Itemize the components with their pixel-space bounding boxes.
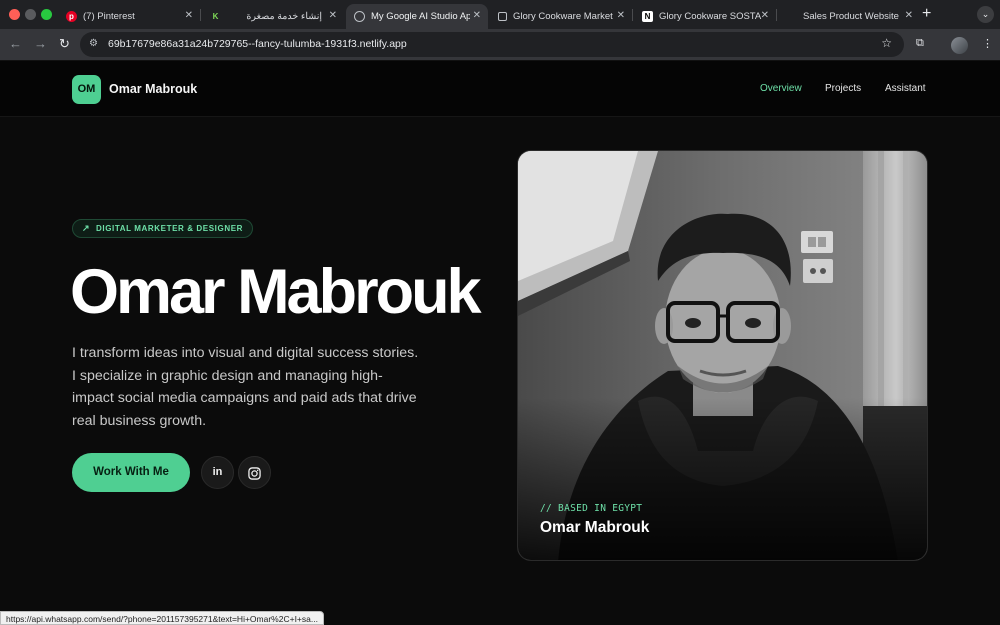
hero-description: I transform ideas into visual and digita… [72,345,419,429]
back-button[interactable]: ← [9,36,22,51]
close-tab-icon[interactable]: ✕ [329,10,337,21]
browser-toolbar: ← → ↻ ⚙ 69b17679e86a31a24b729765--fancy-… [0,29,1000,61]
location-tag: // BASED IN EGYPT [540,503,643,514]
khamsat-icon: K [212,12,219,21]
photo-caption-name: Omar Mabrouk [540,519,650,536]
browser-menu-icon[interactable]: ⋮ [982,37,993,50]
trending-up-icon: ↗ [82,223,91,233]
profile-photo-card: // BASED IN EGYPT Omar Mabrouk [517,150,928,561]
tab-pinterest[interactable]: p (7) Pinterest ✕ [58,4,200,29]
blank-icon [786,11,797,22]
close-tab-icon[interactable]: ✕ [905,10,913,21]
work-with-me-button[interactable]: Work With Me [72,453,190,492]
tab-title: My Google AI Studio Ap [371,11,472,22]
close-window-button[interactable] [9,9,20,20]
tab-title: Glory Cookware Market [513,11,613,22]
pinterest-icon: p [66,11,77,22]
site-header: OM Omar Mabrouk Overview Projects Assist… [0,61,1000,117]
nav-assistant[interactable]: Assistant [885,83,926,94]
tab-title: Glory Cookware SOSTA [659,11,762,22]
hero-title: Omar Mabrouk [70,257,482,327]
nav-projects[interactable]: Projects [825,83,861,94]
tab-glory-market[interactable]: Glory Cookware Market ✕ [490,4,632,29]
translate-icon[interactable]: ⧉ [916,37,924,50]
browser-tab-bar: p (7) Pinterest ✕ K إنشاء خدمة مصغرة ✕ M… [0,0,1000,29]
url-text: 69b17679e86a31a24b729765--fancy-tulumba-… [108,38,407,50]
instagram-icon[interactable] [238,456,271,489]
tab-khamsat[interactable]: K إنشاء خدمة مصغرة ✕ [202,4,344,29]
notion-icon: N [642,11,653,22]
logo-badge[interactable]: OM [72,75,101,104]
profile-photo [518,151,927,560]
close-tab-icon[interactable]: ✕ [617,10,625,21]
tab-ai-studio[interactable]: My Google AI Studio Ap ✕ [346,4,488,29]
minimize-window-button[interactable] [25,9,36,20]
logo-name[interactable]: Omar Mabrouk [109,82,197,96]
bookmark-star-icon[interactable]: ☆ [881,36,892,50]
nav-overview[interactable]: Overview [760,83,802,94]
site-info-icon[interactable]: ⚙ [89,38,102,51]
maximize-window-button[interactable] [41,9,52,20]
tab-glory-sosta[interactable]: N Glory Cookware SOSTA ✕ [634,4,776,29]
address-bar[interactable]: ⚙ 69b17679e86a31a24b729765--fancy-tulumb… [80,32,904,57]
linkedin-icon[interactable]: in [201,456,234,489]
reload-button[interactable]: ↻ [59,36,70,52]
close-tab-icon[interactable]: ✕ [185,10,193,21]
external-link-icon [498,12,507,21]
tab-sales-product[interactable]: Sales Product Website ✕ [778,4,920,29]
link-status-bar: https://api.whatsapp.com/send/?phone=201… [0,611,324,625]
tab-title: (7) Pinterest [83,11,135,22]
role-badge: ↗ DIGITAL MARKETER & DESIGNER [72,219,254,238]
close-tab-icon[interactable]: ✕ [761,10,769,21]
page-viewport: OM Omar Mabrouk Overview Projects Assist… [0,61,1000,625]
profile-avatar[interactable] [951,37,968,54]
tab-title: Sales Product Website [803,11,899,22]
tab-search-button[interactable]: ⌄ [977,6,994,23]
globe-icon [354,11,365,22]
new-tab-button[interactable]: + [922,5,931,23]
close-tab-icon[interactable]: ✕ [469,10,481,21]
tab-title: إنشاء خدمة مصغرة [246,11,322,22]
forward-button[interactable]: → [34,36,47,51]
role-badge-label: DIGITAL MARKETER & DESIGNER [96,224,244,233]
